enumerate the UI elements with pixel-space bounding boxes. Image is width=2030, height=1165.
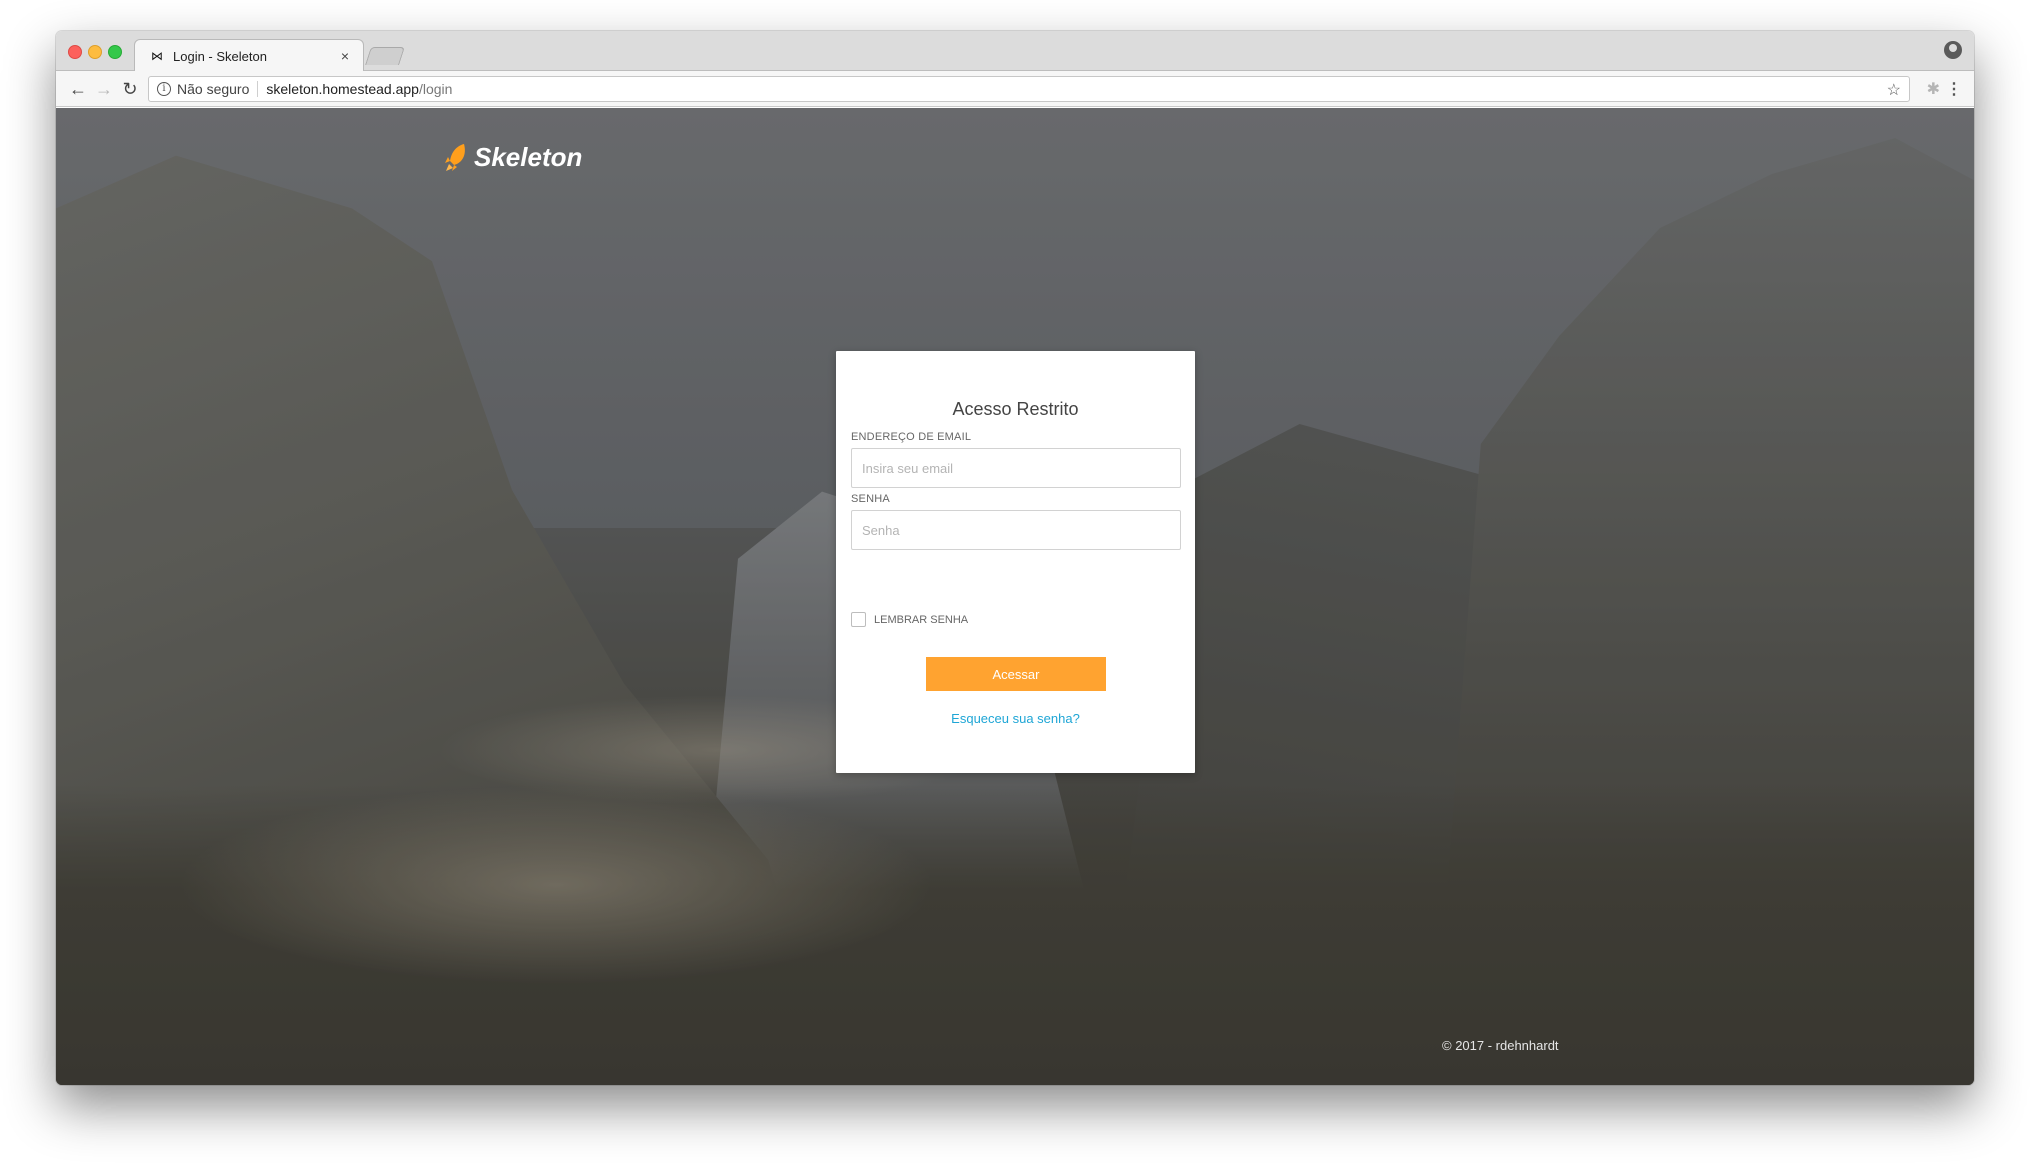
browser-toolbar: ← → ↻ i Não seguro skeleton.homestead.ap… — [56, 71, 1974, 107]
forward-arrow-icon[interactable]: → — [92, 77, 116, 101]
brand-name: Skeleton — [474, 142, 583, 172]
address-bar[interactable]: i Não seguro skeleton.homestead.app /log… — [148, 76, 1910, 102]
card-title: Acesso Restrito — [952, 399, 1079, 419]
security-label: Não seguro — [177, 81, 259, 97]
reload-icon[interactable]: ↻ — [118, 77, 142, 101]
url-path: /login — [418, 81, 453, 97]
email-label: ENDEREÇO DE EMAIL — [851, 431, 972, 443]
footer-copyright: © 2017 - rdehnhardt — [1442, 1038, 1559, 1053]
remember-checkbox[interactable] — [851, 612, 866, 627]
brand-logo[interactable]: Skeleton — [444, 142, 582, 173]
rocket-icon — [445, 143, 465, 171]
more-menu-icon[interactable]: ⋮ — [1946, 79, 1962, 99]
forgot-password-link[interactable]: Esqueceu sua senha? — [836, 711, 1195, 726]
bow-tie-icon: ⋈ — [151, 49, 163, 63]
bookmark-star-icon[interactable]: ☆ — [1887, 80, 1901, 100]
submit-button[interactable]: Acessar — [926, 657, 1106, 691]
browser-window: ⋈ Login - Skeleton × ← → ↻ i Não seguro … — [56, 31, 1974, 1085]
login-card: Acesso Restrito ENDEREÇO DE EMAIL SENHA … — [836, 351, 1195, 773]
window-close-button[interactable] — [68, 45, 82, 59]
email-field[interactable] — [851, 448, 1181, 488]
remember-row: LEMBRAR SENHA — [851, 612, 968, 627]
profile-icon[interactable] — [1944, 41, 1962, 59]
password-field[interactable] — [851, 510, 1181, 550]
tab-login[interactable]: ⋈ Login - Skeleton × — [134, 39, 364, 72]
remember-label[interactable]: LEMBRAR SENHA — [874, 614, 968, 626]
url-host: skeleton.homestead.app — [266, 81, 419, 97]
back-arrow-icon[interactable]: ← — [66, 77, 90, 101]
tab-strip: ⋈ Login - Skeleton × — [56, 31, 1974, 72]
page-content: Skeleton Acesso Restrito ENDEREÇO DE EMA… — [56, 108, 1974, 1085]
password-label: SENHA — [851, 493, 890, 505]
tab-title: Login - Skeleton — [173, 48, 267, 64]
window-maximize-button[interactable] — [108, 45, 122, 59]
new-tab-button[interactable] — [365, 47, 405, 65]
tab-close-icon[interactable]: × — [337, 48, 353, 64]
info-icon[interactable]: i — [157, 82, 171, 96]
window-minimize-button[interactable] — [88, 45, 102, 59]
extension-icon[interactable]: ✱ — [1927, 79, 1940, 99]
